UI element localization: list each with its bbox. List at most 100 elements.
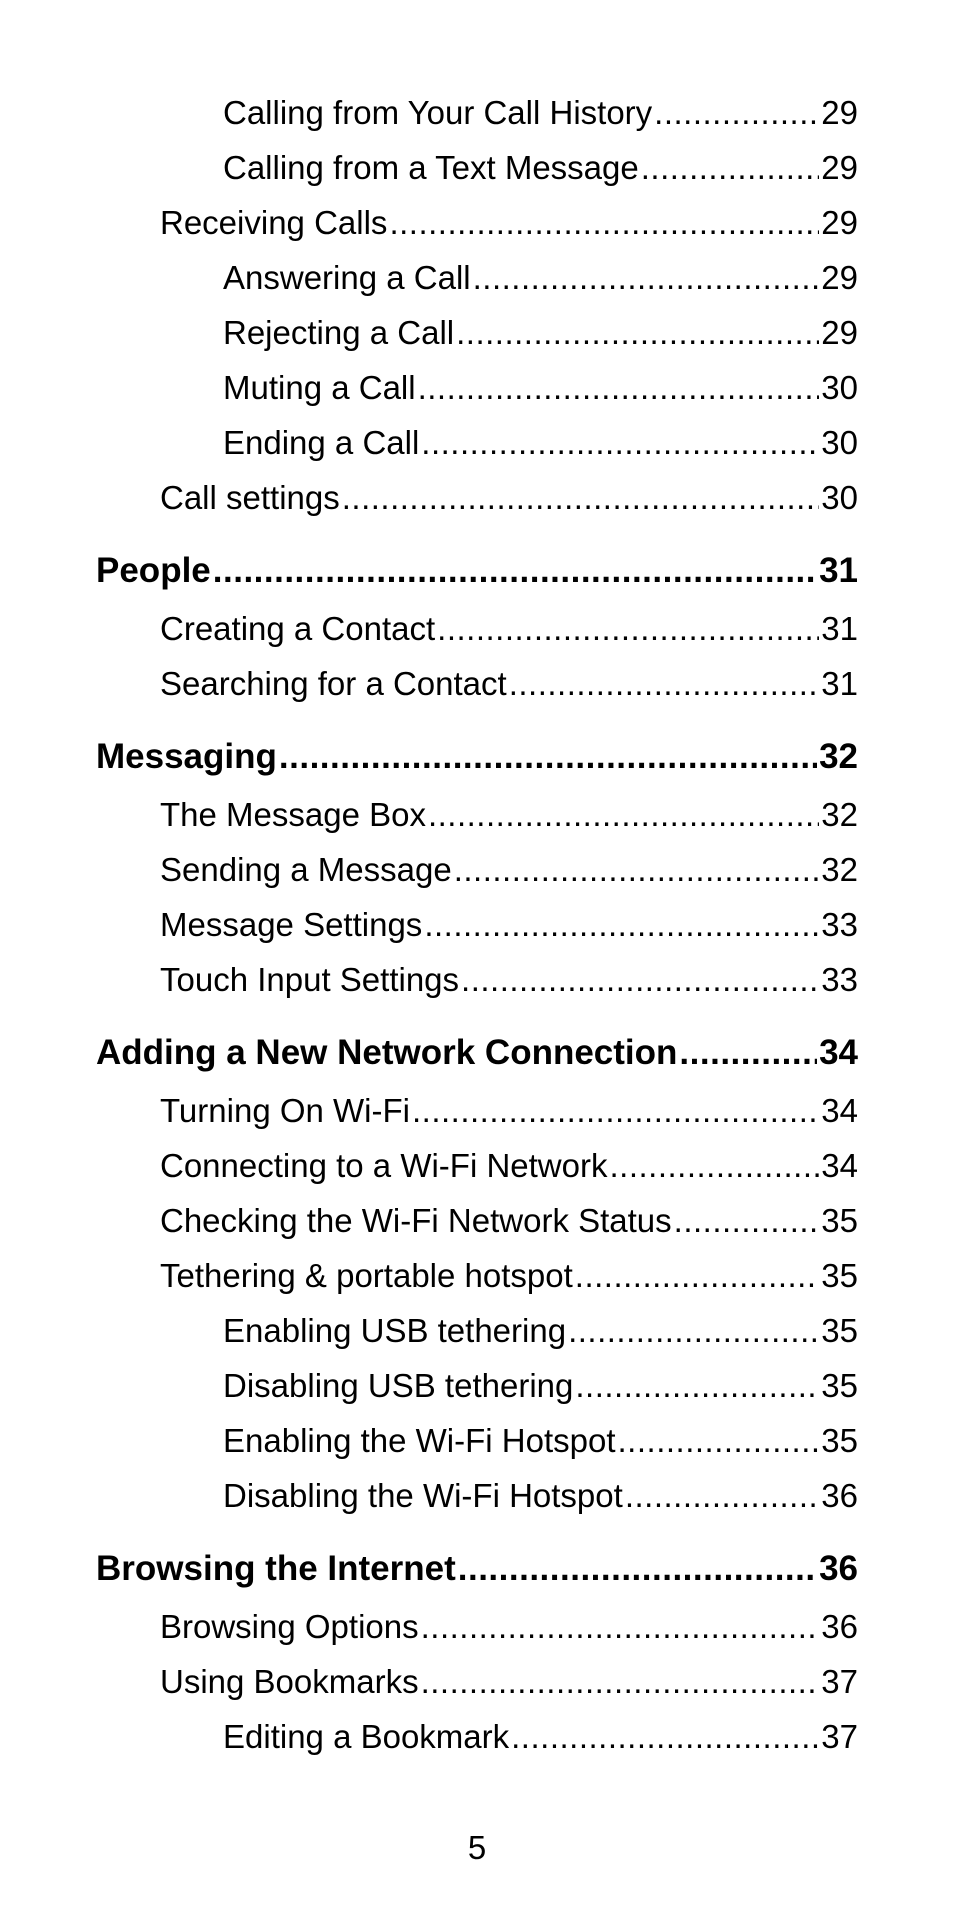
toc-entry-page: 30	[821, 424, 858, 461]
toc-entry[interactable]: Rejecting a Call 29	[223, 311, 858, 355]
toc-entry[interactable]: Using Bookmarks 37	[160, 1660, 858, 1704]
toc-entry-title: People	[96, 551, 211, 590]
toc-entry[interactable]: Tethering & portable hotspot 35	[160, 1254, 858, 1298]
toc-entry-title: Searching for a Contact	[160, 665, 507, 702]
dot-leader	[456, 311, 819, 355]
dot-leader	[575, 1364, 819, 1408]
toc-chapter-entry[interactable]: People 31	[96, 549, 858, 593]
toc-entry[interactable]: Enabling USB tethering 35	[223, 1309, 858, 1353]
toc-entry-title: Calling from a Text Message	[223, 149, 639, 186]
dot-leader	[654, 91, 819, 135]
toc-entry[interactable]: The Message Box 32	[160, 793, 858, 837]
toc-chapter-entry[interactable]: Browsing the Internet 36	[96, 1547, 858, 1591]
dot-leader	[342, 476, 820, 520]
toc-entry[interactable]: Touch Input Settings 33	[160, 958, 858, 1002]
toc-entry-page: 36	[821, 1477, 858, 1514]
toc-entry[interactable]: Browsing Options 36	[160, 1605, 858, 1649]
toc-entry-page: 35	[821, 1422, 858, 1459]
toc-entry-title: Call settings	[160, 479, 340, 516]
toc-entry-title: Touch Input Settings	[160, 961, 460, 998]
toc-entry-title: Disabling the Wi-Fi Hotspot	[223, 1477, 623, 1514]
dot-leader	[568, 1309, 819, 1353]
toc-entry-page: 36	[819, 1549, 858, 1588]
toc-entry[interactable]: Connecting to a Wi-Fi Network 34	[160, 1144, 858, 1188]
toc-entry-page: 37	[821, 1663, 858, 1700]
toc-entry-page: 32	[821, 851, 858, 888]
toc-entry-page: 32	[821, 796, 858, 833]
toc-entry-title: Enabling USB tethering	[223, 1312, 567, 1349]
dot-leader	[575, 1254, 820, 1298]
toc-entry[interactable]: Calling from a Text Message 29	[223, 146, 858, 190]
toc-chapter-entry[interactable]: Adding a New Network Connection 34	[96, 1031, 858, 1075]
toc-entry-title: Creating a Contact	[160, 610, 436, 647]
toc-entry-title: Editing a Bookmark	[223, 1718, 510, 1755]
toc-entry-page: 31	[821, 665, 858, 702]
toc-entry-title: Sending a Message	[160, 851, 452, 888]
dot-leader	[437, 607, 819, 651]
toc-entry[interactable]: Disabling the Wi-Fi Hotspot 36	[223, 1474, 858, 1518]
toc-entry[interactable]: Searching for a Contact 31	[160, 662, 858, 706]
toc-entry-page: 35	[821, 1257, 858, 1294]
toc-entry-page: 34	[821, 1147, 858, 1184]
page-number: 5	[467, 1829, 487, 1866]
toc-entry-title: Enabling the Wi-Fi Hotspot	[223, 1422, 616, 1459]
dot-leader	[609, 1144, 819, 1188]
toc-entry[interactable]: Creating a Contact 31	[160, 607, 858, 651]
toc-entry[interactable]: Checking the Wi-Fi Network Status 35	[160, 1199, 858, 1243]
toc-entry-title: Muting a Call	[223, 369, 416, 406]
dot-leader	[421, 1660, 820, 1704]
toc-entry[interactable]: Ending a Call 30	[223, 421, 858, 465]
toc-entry-title: Receiving Calls	[160, 204, 388, 241]
toc-entry[interactable]: Sending a Message 32	[160, 848, 858, 892]
toc-entry-title: Message Settings	[160, 906, 423, 943]
toc-chapter-entry[interactable]: Messaging 32	[96, 735, 858, 779]
toc-entry-title: Answering a Call	[223, 259, 471, 296]
toc-entry-page: 29	[821, 259, 858, 296]
toc-entry-title: Turning On Wi-Fi	[160, 1092, 410, 1129]
dot-leader	[213, 549, 817, 593]
dot-leader	[461, 958, 819, 1002]
dot-leader	[674, 1199, 820, 1243]
toc-entry-title: Calling from Your Call History	[223, 94, 653, 131]
toc-entry-page: 33	[821, 906, 858, 943]
toc-entry-title: Using Bookmarks	[160, 1663, 419, 1700]
toc-entry-title: Browsing the Internet	[96, 1549, 456, 1588]
toc-entry-page: 35	[821, 1367, 858, 1404]
toc-entry-page: 31	[819, 551, 858, 590]
toc-entry-page: 37	[821, 1718, 858, 1755]
toc-entry[interactable]: Receiving Calls 29	[160, 201, 858, 245]
toc-entry-page: 32	[819, 737, 858, 776]
toc-entry-page: 29	[821, 94, 858, 131]
toc-entry[interactable]: Muting a Call 30	[223, 366, 858, 410]
toc-entry-page: 35	[821, 1312, 858, 1349]
toc-entry-page: 29	[821, 314, 858, 351]
toc-entry-page: 36	[821, 1608, 858, 1645]
toc-entry-page: 29	[821, 149, 858, 186]
dot-leader	[625, 1474, 819, 1518]
dot-leader	[412, 1089, 819, 1133]
toc-entry[interactable]: Answering a Call 29	[223, 256, 858, 300]
toc-entry-page: 34	[821, 1092, 858, 1129]
dot-leader	[511, 1715, 819, 1759]
dot-leader	[679, 1031, 817, 1075]
toc-entry-title: Ending a Call	[223, 424, 420, 461]
dot-leader	[389, 201, 819, 245]
toc-entry-page: 34	[819, 1033, 858, 1072]
dot-leader	[421, 421, 819, 465]
dot-leader	[458, 1547, 817, 1591]
dot-leader	[618, 1419, 820, 1463]
toc-entry[interactable]: Turning On Wi-Fi 34	[160, 1089, 858, 1133]
dot-leader	[279, 735, 817, 779]
dot-leader	[424, 903, 819, 947]
toc-entry[interactable]: Calling from Your Call History 29	[223, 91, 858, 135]
dot-leader	[641, 146, 820, 190]
toc-entry[interactable]: Editing a Bookmark 37	[223, 1715, 858, 1759]
toc-entry[interactable]: Disabling USB tethering 35	[223, 1364, 858, 1408]
toc-entry-title: Rejecting a Call	[223, 314, 455, 351]
toc-entry[interactable]: Enabling the Wi-Fi Hotspot 35	[223, 1419, 858, 1463]
toc-entry-page: 31	[821, 610, 858, 647]
toc-entry-title: Adding a New Network Connection	[96, 1033, 678, 1072]
toc-entry-page: 30	[821, 479, 858, 516]
toc-entry[interactable]: Message Settings 33	[160, 903, 858, 947]
toc-entry[interactable]: Call settings 30	[160, 476, 858, 520]
